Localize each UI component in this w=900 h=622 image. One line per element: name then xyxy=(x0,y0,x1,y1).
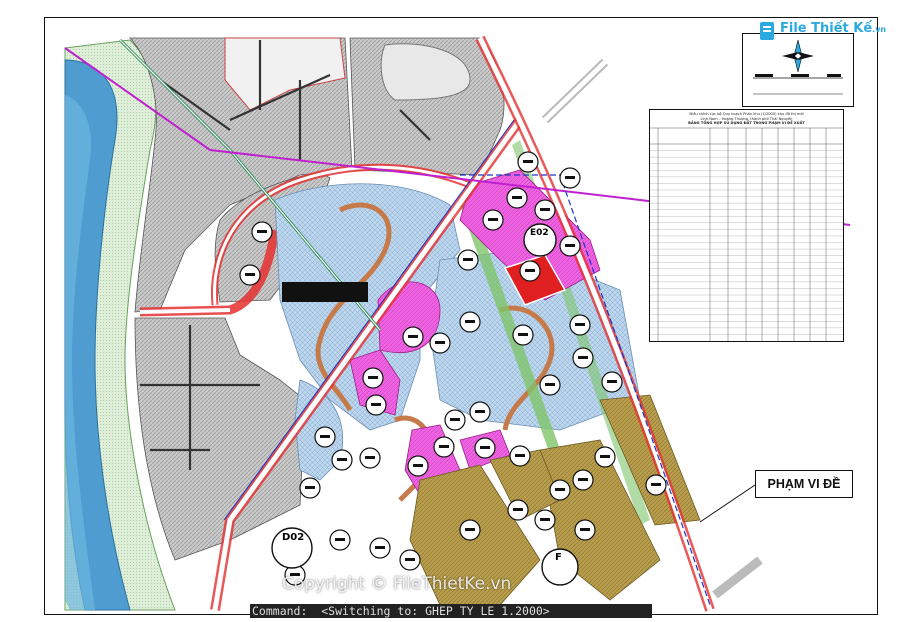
command-prompt: Command: xyxy=(252,604,308,618)
zone-e02-label: E02 xyxy=(530,228,549,238)
zone-f-label: F xyxy=(555,552,562,563)
road-label-tag xyxy=(282,282,368,302)
compass-icon xyxy=(753,39,843,95)
brand-domain: .vn xyxy=(872,25,887,34)
command-message: <Switching to: GHEP TY LE 1.2000> xyxy=(321,604,550,618)
table-grid xyxy=(650,127,843,341)
drawing-sheet: E02 D02 F Điều chỉnh cục bộ Quy hoạch Ph… xyxy=(0,0,900,622)
scope-callout-label: PHẠM VI ĐỀ xyxy=(755,470,853,498)
file-icon xyxy=(760,22,774,40)
brand-logo-text: File Thiết Kế.vn xyxy=(780,21,886,36)
command-line[interactable]: Command: <Switching to: GHEP TY LE 1.200… xyxy=(250,604,652,618)
zone-d02-label: D02 xyxy=(282,532,305,543)
compass-block xyxy=(742,33,854,107)
copyright-watermark: Copyright © FileThietKe.vn xyxy=(282,574,512,594)
brand-name: File Thiết Kế xyxy=(780,21,873,36)
land-use-table: Điều chỉnh cục bộ Quy hoạch Phân khu (1/… xyxy=(649,109,844,342)
brand-logo: File Thiết Kế.vn xyxy=(758,18,886,44)
